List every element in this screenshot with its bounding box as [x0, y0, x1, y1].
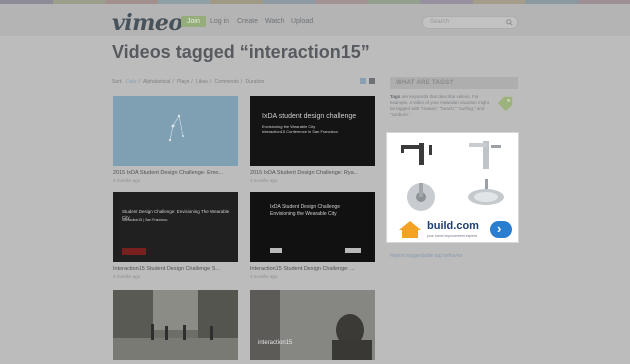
video-card[interactable]: IxDA Student Design Challenge Envisionin… [250, 192, 375, 279]
thumb-title: IxDA student design challenge [262, 113, 357, 120]
tags-explanation: are keywords that describe videos. For e… [390, 94, 490, 118]
sort-plays[interactable]: Plays [177, 79, 189, 85]
chevron-right-icon: › [497, 221, 502, 236]
video-thumbnail[interactable]: IxDA student design challenge Envisionin… [250, 96, 375, 166]
ad-product-faucet-chrome[interactable] [455, 135, 518, 173]
video-card[interactable]: interaction15 [250, 290, 375, 364]
video-meta: 3 months ago [250, 274, 278, 279]
sort-duration[interactable]: Duration [246, 79, 265, 85]
tag-icon [497, 96, 513, 112]
street-scene-graphic [113, 290, 238, 360]
list-view-icon[interactable] [369, 78, 375, 84]
sponsor-logo [270, 248, 282, 253]
house-icon [399, 221, 421, 238]
view-toggle [360, 78, 375, 84]
video-meta: 3 months ago [250, 178, 278, 183]
video-title[interactable]: 2015 IxDA Student Design Challenge: Rya.… [250, 170, 375, 176]
ad-product-shower-head[interactable] [455, 177, 518, 215]
nav-watch[interactable]: Watch [265, 18, 285, 25]
video-card[interactable]: Student Design Challenge: Envisioning Th… [113, 192, 238, 279]
brand-logo[interactable]: build.com [427, 220, 479, 232]
video-thumbnail[interactable] [113, 96, 238, 166]
ixda-logo [345, 248, 361, 253]
nav-log-in[interactable]: Log in [210, 18, 229, 25]
video-card[interactable]: 2015 IxDA Student Design Challenge- Emo.… [113, 96, 238, 183]
tags-bold-word: Tags [390, 94, 401, 99]
search-input[interactable]: Search [422, 16, 518, 29]
tags-description: Tags are keywords that describe videos. … [390, 94, 490, 118]
site-header: vimeo Join Log in Create Watch Upload Se… [0, 4, 630, 36]
ad-product-shower-valve[interactable] [389, 177, 452, 215]
thumb-title: interaction15 [258, 340, 293, 346]
grid-view-icon[interactable] [360, 78, 366, 84]
search-placeholder: Search [430, 19, 450, 25]
constellation-graphic [168, 114, 184, 142]
video-card[interactable] [113, 290, 238, 364]
sort-date[interactable]: Date [126, 79, 137, 85]
search-icon[interactable] [506, 19, 513, 26]
video-thumbnail[interactable] [113, 290, 238, 360]
sidebar-heading-text: WHAT ARE TAGS? [396, 80, 454, 86]
video-card[interactable]: IxDA student design challenge Envisionin… [250, 96, 375, 183]
ad-tagline: your home improvement experts [427, 234, 478, 238]
page-title: Videos tagged “interaction15” [112, 42, 370, 62]
thumb-subtitle: Interaction15 | San Francisco [122, 218, 168, 222]
video-title[interactable]: Interaction15 Student Design Challenge S… [113, 266, 238, 272]
sort-prefix: Sort: [112, 79, 123, 85]
video-thumbnail[interactable]: interaction15 [250, 290, 375, 360]
video-title[interactable]: 2015 IxDA Student Design Challenge- Emo.… [113, 170, 238, 176]
video-thumbnail[interactable]: IxDA Student Design Challenge Envisionin… [250, 192, 375, 262]
sort-bar: Sort: Date / Alphabetical / Plays / Likes / … [112, 79, 265, 85]
thumb-title: IxDA Student Design Challenge [270, 204, 341, 210]
video-thumbnail[interactable]: Student Design Challenge: Envisioning Th… [113, 192, 238, 262]
university-logo [122, 248, 146, 255]
sort-alphabetical[interactable]: Alphabetical [143, 79, 170, 85]
sort-comments[interactable]: Comments [215, 79, 239, 85]
ad-product-faucet-dark[interactable] [389, 135, 452, 173]
sort-likes[interactable]: Likes [196, 79, 208, 85]
nav-upload[interactable]: Upload [291, 18, 313, 25]
what-are-tags-heading: WHAT ARE TAGS? [390, 77, 518, 89]
vimeo-logo[interactable]: vimeo [112, 10, 183, 36]
thumb-subtitle: Interaction15 Conference in San Francisc… [262, 129, 338, 134]
ad-next-button[interactable]: › [490, 221, 512, 238]
nav-create[interactable]: Create [237, 18, 258, 25]
person-graphic [250, 290, 375, 360]
report-tag-link[interactable]: Report suggestable tag behavior [390, 253, 462, 259]
video-meta: 3 months ago [113, 274, 141, 279]
video-title[interactable]: Interaction15 Student Design Challenge: … [250, 266, 375, 272]
join-button[interactable]: Join [181, 16, 206, 27]
video-meta: 3 months ago [113, 178, 141, 183]
thumb-subtitle: Envisioning the Wearable City [270, 211, 337, 217]
advertisement[interactable]: build.com your home improvement experts … [386, 132, 519, 243]
